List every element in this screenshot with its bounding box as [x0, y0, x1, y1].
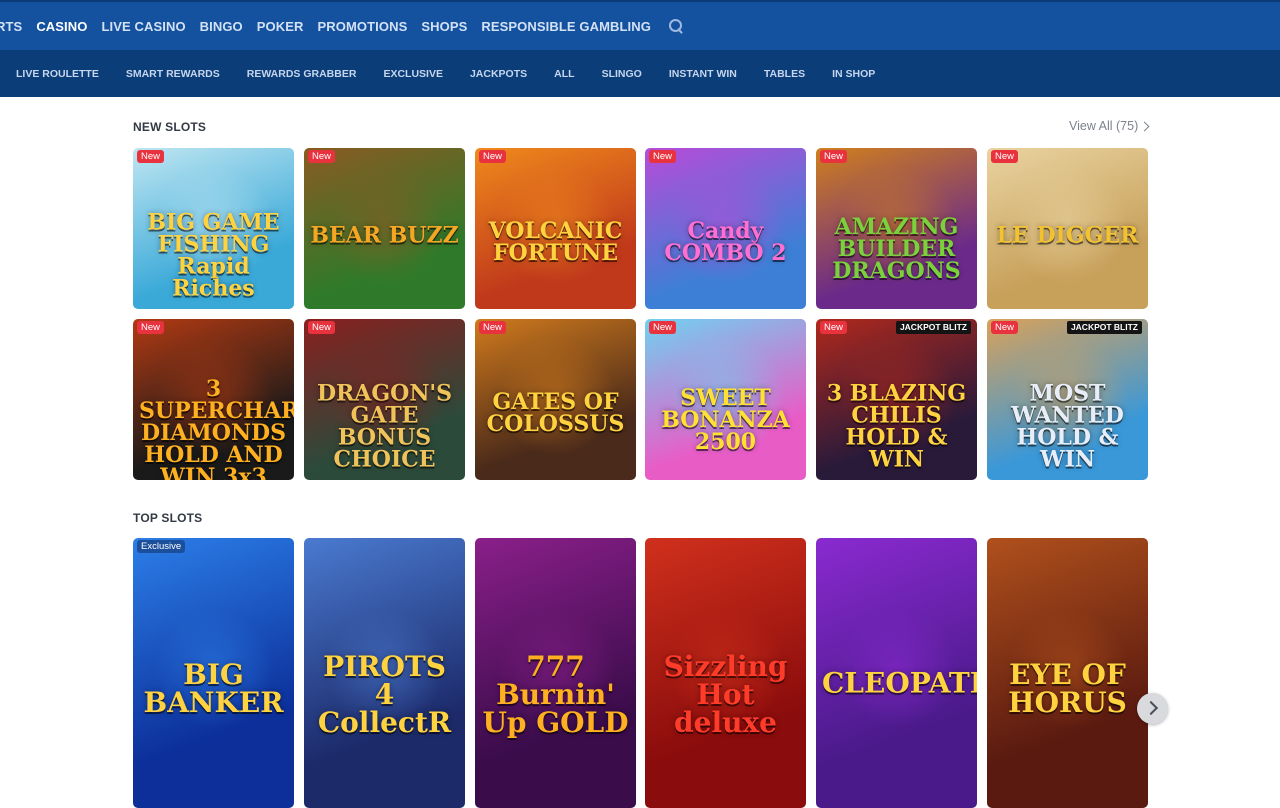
nav-item-shops[interactable]: SHOPS: [421, 19, 467, 34]
nav-item-poker[interactable]: POKER: [257, 19, 304, 34]
nav-item-sports[interactable]: RTS: [0, 19, 22, 34]
new-badge: New: [991, 150, 1019, 163]
game-title: BIG BANKER: [143, 658, 284, 720]
game-tile[interactable]: 777 Burnin' Up GOLD: [475, 538, 636, 808]
jackpot-blitz-badge: JACKPOT BLITZ: [1066, 321, 1142, 334]
chevron-right-icon: [1139, 121, 1150, 131]
game-title: Candy COMBO 2: [664, 217, 787, 266]
game-title: 777 Burnin' Up GOLD: [482, 650, 629, 740]
game-tile[interactable]: New VOLCANIC FORTUNE: [475, 148, 636, 309]
nav-item-responsible-gambling[interactable]: RESPONSIBLE GAMBLING: [481, 19, 651, 34]
game-tile[interactable]: New Candy COMBO 2: [645, 148, 806, 309]
game-tile[interactable]: New SWEET BONANZA 2500: [645, 319, 806, 480]
new-badge: New: [308, 321, 336, 334]
game-title: 3 BLAZING CHILIS HOLD & WIN: [826, 379, 967, 472]
nav-item-live-casino[interactable]: LIVE CASINO: [101, 19, 185, 34]
search-icon[interactable]: [668, 19, 683, 33]
game-title: VOLCANIC FORTUNE: [488, 217, 623, 266]
new-badge: New: [649, 321, 677, 334]
game-tile[interactable]: New GATES OF COLOSSUS: [475, 319, 636, 480]
game-tile[interactable]: New JACKPOT BLITZ 3 BLAZING CHILIS HOLD & …: [816, 319, 977, 480]
nav-item-casino[interactable]: CASINO: [36, 19, 87, 34]
game-title: Sizzling Hot deluxe: [663, 650, 788, 740]
game-title: DRAGON'S GATE BONUS CHOICE: [316, 379, 453, 472]
subnav-item-slingo[interactable]: SLINGO: [602, 68, 642, 80]
game-title: PIROTS 4 CollectR: [317, 650, 452, 740]
new-badge: New: [137, 150, 165, 163]
game-tile[interactable]: New JACKPOT BLITZ MOST WANTED HOLD & WIN: [987, 319, 1148, 480]
game-tile[interactable]: New 3 SUPERCHARGED DIAMONDS HOLD AND WIN …: [133, 319, 294, 480]
subnav-item-jackpots[interactable]: JACKPOTS: [470, 68, 527, 80]
new-badge: New: [820, 150, 848, 163]
game-tile[interactable]: Exclusive BIG BANKER: [133, 538, 294, 808]
game-tile[interactable]: PIROTS 4 CollectR: [304, 538, 465, 808]
subnav-item-in-shop[interactable]: IN SHOP: [832, 68, 875, 80]
new-badge: New: [308, 150, 336, 163]
section-title-new-slots: NEW SLOTS: [133, 120, 207, 134]
game-tile[interactable]: New BIG GAME FISHING Rapid Riches: [133, 148, 294, 309]
subnav-item-all[interactable]: ALL: [554, 68, 574, 80]
new-badge: New: [991, 321, 1019, 334]
new-badge: New: [820, 321, 848, 334]
game-tile[interactable]: New DRAGON'S GATE BONUS CHOICE: [304, 319, 465, 480]
jackpot-blitz-badge: JACKPOT BLITZ: [895, 321, 971, 334]
game-tile[interactable]: New AMAZING BUILDER DRAGONS: [816, 148, 977, 309]
game-title: SWEET BONANZA 2500: [661, 384, 790, 455]
subnav-item-exclusive[interactable]: EXCLUSIVE: [383, 68, 443, 80]
section-title-top-slots: TOP SLOTS: [133, 511, 203, 525]
game-title: BEAR BUZZ: [310, 222, 459, 249]
game-title: EYE OF HORUS: [1008, 658, 1127, 720]
view-all-link[interactable]: View All (75): [1069, 119, 1150, 133]
new-badge: New: [479, 150, 507, 163]
game-title: 3 SUPERCHARGED DIAMONDS HOLD AND WIN 3x3: [139, 375, 294, 481]
game-tile[interactable]: New LE DIGGER: [987, 148, 1148, 309]
game-title: LE DIGGER: [996, 222, 1139, 249]
game-tile[interactable]: New BEAR BUZZ: [304, 148, 465, 309]
nav-item-bingo[interactable]: BINGO: [200, 19, 243, 34]
game-title: CLEOPATRA: [822, 666, 977, 700]
game-title: MOST WANTED HOLD & WIN: [1011, 379, 1124, 472]
new-badge: New: [137, 321, 165, 334]
sub-nav: LIVE ROULETTE SMART REWARDS REWARDS GRAB…: [0, 50, 1280, 97]
game-title: BIG GAME FISHING Rapid Riches: [147, 208, 280, 301]
subnav-item-instant-win[interactable]: INSTANT WIN: [669, 68, 737, 80]
game-title: GATES OF COLOSSUS: [486, 388, 625, 437]
nav-item-promotions[interactable]: PROMOTIONS: [318, 19, 408, 34]
subnav-item-tables[interactable]: TABLES: [764, 68, 805, 80]
top-nav: RTS CASINO LIVE CASINO BINGO POKER PROMO…: [0, 0, 1280, 50]
view-all-label: View All (75): [1069, 119, 1139, 133]
game-tile[interactable]: EYE OF HORUS: [987, 538, 1148, 808]
new-badge: New: [479, 321, 507, 334]
new-badge: New: [649, 150, 677, 163]
game-tile[interactable]: Sizzling Hot deluxe: [645, 538, 806, 808]
subnav-item-smart-rewards[interactable]: SMART REWARDS: [126, 68, 220, 80]
game-tile[interactable]: CLEOPATRA: [816, 538, 977, 808]
subnav-item-rewards-grabber[interactable]: REWARDS GRABBER: [247, 68, 357, 80]
exclusive-badge: Exclusive: [137, 540, 186, 553]
subnav-item-live-roulette[interactable]: LIVE ROULETTE: [16, 68, 99, 80]
game-title: AMAZING BUILDER DRAGONS: [832, 213, 961, 284]
